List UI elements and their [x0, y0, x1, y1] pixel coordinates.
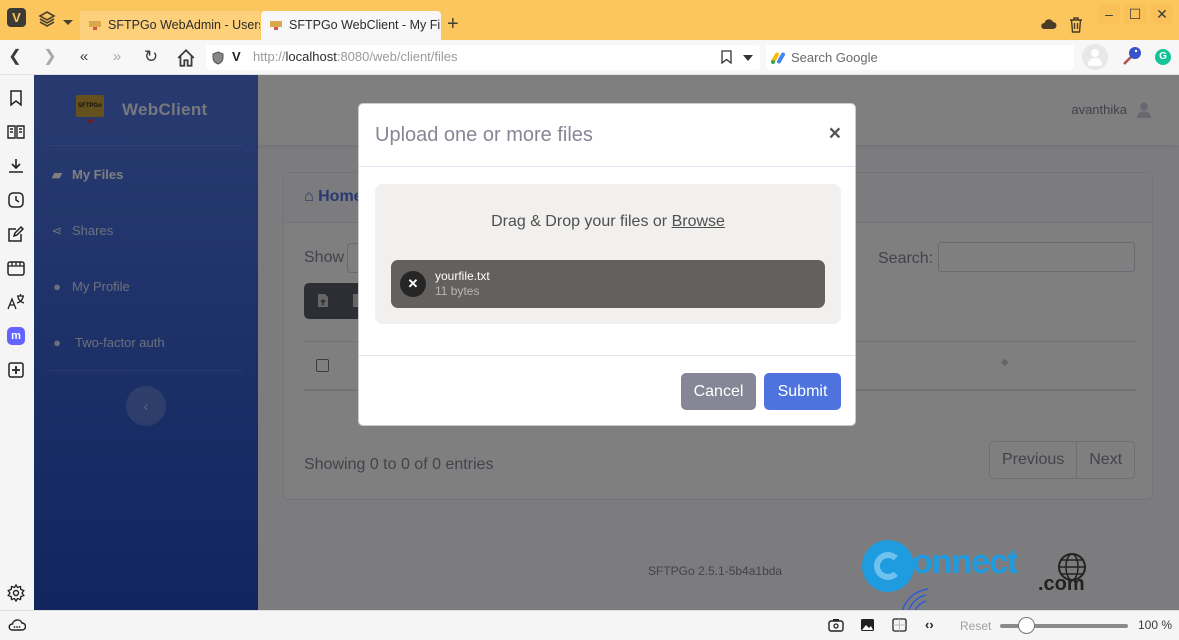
vivaldi-menu-icon[interactable]: V — [7, 8, 26, 27]
cloud-sync-icon[interactable] — [1040, 18, 1057, 30]
modal-close-button[interactable]: × — [829, 122, 841, 146]
fast-forward-button[interactable]: » — [107, 47, 127, 67]
sync-cloud-icon[interactable] — [8, 618, 26, 632]
shield-icon[interactable] — [212, 51, 224, 65]
browser-side-panel: m — [0, 75, 34, 610]
tab-title: SFTPGo WebAdmin - Users — [108, 18, 260, 32]
url-dropdown-icon[interactable] — [743, 55, 753, 61]
browser-status-bar: ‹› Reset 100 % — [0, 610, 1179, 640]
dropzone-label: Drag & Drop your files or Browse — [491, 213, 725, 230]
tab-title: SFTPGo WebClient - My Files — [289, 18, 441, 32]
webclient-page: SFTPGo WebClient ▰My Files ⋖Shares ●My P… — [34, 75, 1179, 610]
search-engine-field[interactable]: Search Google — [766, 45, 1074, 70]
back-button[interactable]: ❮ — [5, 47, 25, 67]
bookmark-icon[interactable] — [721, 50, 732, 64]
google-ads-icon — [771, 52, 785, 64]
settings-gear-icon[interactable] — [7, 584, 25, 602]
address-bar-row: ❮ ❯ « » ↻ V http://localhost:8080/web/cl… — [0, 40, 1179, 75]
remove-file-button[interactable]: ✕ — [400, 271, 426, 297]
watermark-suffix: .com — [1038, 573, 1085, 595]
image-toggle-icon[interactable] — [860, 618, 875, 632]
file-name: yourfile.txt — [435, 269, 490, 283]
wifi-arcs-icon — [901, 588, 929, 610]
forward-button[interactable]: ❯ — [40, 47, 60, 67]
zoom-reset-button[interactable]: Reset — [960, 619, 991, 633]
home-icon[interactable] — [176, 48, 196, 68]
screenshot-camera-icon[interactable] — [828, 618, 844, 632]
close-window-button[interactable]: ✕ — [1151, 4, 1173, 24]
cancel-button[interactable]: Cancel — [681, 373, 756, 410]
new-tab-button[interactable]: + — [447, 12, 459, 36]
search-placeholder: Search Google — [791, 50, 878, 65]
tab-stack-icon[interactable] — [38, 10, 56, 28]
vivaldi-v-icon: V — [232, 49, 241, 64]
page-tiling-icon[interactable] — [892, 618, 907, 632]
browser-tab-bar: V SFTPGo WebAdmin - Users SFTPGo WebClie… — [0, 0, 1179, 40]
reload-button[interactable]: ↻ — [141, 47, 161, 67]
file-item: ✕ yourfile.txt 11 bytes — [391, 260, 825, 308]
url-text: http://localhost:8080/web/client/files — [253, 49, 458, 64]
mastodon-icon[interactable]: m — [7, 327, 25, 345]
window-panel-icon[interactable] — [7, 259, 25, 277]
sftpgo-favicon-icon — [89, 21, 101, 30]
grammarly-icon[interactable]: G — [1155, 49, 1171, 65]
tab-webclient-files[interactable]: SFTPGo WebClient - My Files — [261, 11, 441, 40]
add-web-panel-icon[interactable] — [7, 361, 25, 379]
sftpgo-favicon-icon — [270, 21, 282, 30]
reading-list-icon[interactable] — [7, 123, 25, 141]
extension-pin-icon[interactable] — [1121, 45, 1143, 67]
file-size: 11 bytes — [435, 284, 480, 298]
watermark-word: onnect — [912, 543, 1018, 581]
history-icon[interactable] — [7, 191, 25, 209]
url-field[interactable]: V http://localhost:8080/web/client/files — [206, 45, 760, 70]
upload-modal: Upload one or more files × Drag & Drop y… — [358, 103, 856, 426]
file-dropzone[interactable]: Drag & Drop your files or Browse ✕ yourf… — [375, 184, 841, 324]
minimize-button[interactable]: – — [1098, 4, 1120, 24]
translate-icon[interactable] — [7, 293, 25, 311]
browse-link[interactable]: Browse — [672, 213, 725, 230]
tab-stack-dropdown-icon[interactable] — [63, 20, 73, 25]
trash-icon[interactable] — [1069, 17, 1083, 33]
submit-button[interactable]: Submit — [764, 373, 841, 410]
bookmarks-panel-icon[interactable] — [7, 89, 25, 107]
notes-icon[interactable] — [7, 225, 25, 243]
tab-webadmin-users[interactable]: SFTPGo WebAdmin - Users — [80, 11, 260, 40]
maximize-button[interactable]: ☐ — [1124, 4, 1146, 24]
rewind-button[interactable]: « — [74, 47, 94, 67]
watermark-logo: connect onnect .com — [860, 537, 1090, 610]
downloads-icon[interactable] — [7, 157, 25, 175]
profile-avatar-icon[interactable] — [1082, 44, 1108, 70]
modal-footer: Cancel Submit — [359, 355, 855, 427]
zoom-level: 100 % — [1138, 618, 1173, 632]
modal-title: Upload one or more files — [375, 124, 593, 146]
zoom-slider-thumb[interactable] — [1018, 617, 1035, 634]
modal-header: Upload one or more files × — [359, 104, 855, 167]
page-actions-icon[interactable]: ‹› — [925, 617, 934, 632]
